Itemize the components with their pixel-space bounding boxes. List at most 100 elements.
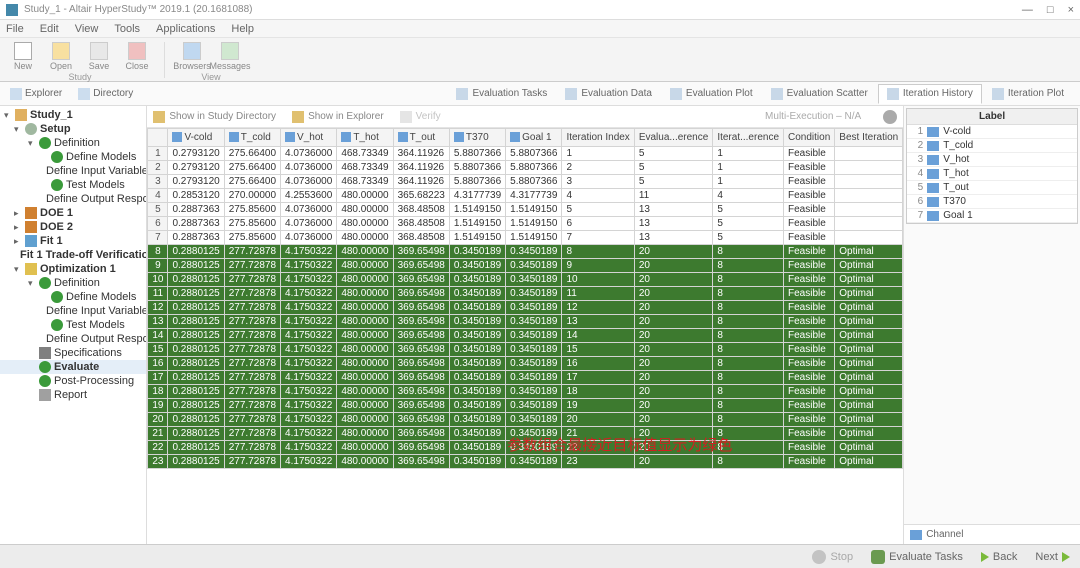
cell[interactable]: 4.1750322 xyxy=(281,301,337,315)
cell[interactable]: 369.65498 xyxy=(393,301,449,315)
tree-panel[interactable]: ▾Study_1▾Setup▾DefinitionDefine ModelsDe… xyxy=(0,106,147,544)
cell[interactable]: 480.00000 xyxy=(337,413,393,427)
cell[interactable]: 4.0736000 xyxy=(281,175,337,189)
cell[interactable]: 0.3450189 xyxy=(506,301,562,315)
cell[interactable]: 369.65498 xyxy=(393,315,449,329)
table-row[interactable]: 80.2880125277.728784.1750322480.00000369… xyxy=(148,245,903,259)
cell[interactable]: 23 xyxy=(148,455,168,469)
cell[interactable]: 0.2880125 xyxy=(168,385,224,399)
cell[interactable]: 22 xyxy=(148,441,168,455)
tree-define-output-responses[interactable]: Define Output Responses xyxy=(0,192,146,206)
cell[interactable]: 277.72878 xyxy=(224,315,280,329)
messages-button[interactable]: Messages xyxy=(213,42,247,71)
cell[interactable]: 5.8807366 xyxy=(506,175,562,189)
cell[interactable]: 277.72878 xyxy=(224,273,280,287)
label-row-v_hot[interactable]: 3V_hot xyxy=(907,153,1077,167)
cell[interactable]: 275.85600 xyxy=(224,217,280,231)
cell[interactable]: 23 xyxy=(562,455,634,469)
cell[interactable]: 480.00000 xyxy=(337,329,393,343)
cell[interactable]: 364.11926 xyxy=(393,175,449,189)
cell[interactable]: 369.65498 xyxy=(393,385,449,399)
cell[interactable]: 277.72878 xyxy=(224,385,280,399)
tree-define-models[interactable]: Define Models xyxy=(0,290,146,304)
cell[interactable]: Optimal xyxy=(835,385,903,399)
cell[interactable]: 0.3450189 xyxy=(506,315,562,329)
tree-definition[interactable]: ▾Definition xyxy=(0,276,146,290)
cell[interactable]: 5 xyxy=(713,203,784,217)
cell[interactable]: 9 xyxy=(148,259,168,273)
cell[interactable]: 11 xyxy=(634,189,713,203)
cell[interactable]: 4.1750322 xyxy=(281,371,337,385)
maximize-button[interactable]: □ xyxy=(1047,4,1054,16)
cell[interactable]: 0.3450189 xyxy=(449,413,505,427)
cell[interactable]: 0.2880125 xyxy=(168,245,224,259)
show-explorer-button[interactable]: Show in Explorer xyxy=(292,111,384,123)
cell[interactable]: Feasible xyxy=(784,273,835,287)
cell[interactable]: 0.3450189 xyxy=(506,329,562,343)
cell[interactable]: 17 xyxy=(148,371,168,385)
cell[interactable]: Feasible xyxy=(784,385,835,399)
cell[interactable]: 13 xyxy=(634,203,713,217)
cell[interactable]: 277.72878 xyxy=(224,455,280,469)
cell[interactable]: 0.2887363 xyxy=(168,231,224,245)
tree-setup[interactable]: ▾Setup xyxy=(0,122,146,136)
table-row[interactable]: 180.2880125277.728784.1750322480.0000036… xyxy=(148,385,903,399)
cell[interactable]: Optimal xyxy=(835,343,903,357)
table-row[interactable]: 60.2887363275.856004.0736000480.00000368… xyxy=(148,217,903,231)
cell[interactable]: 4.1750322 xyxy=(281,399,337,413)
cell[interactable]: 12 xyxy=(562,301,634,315)
cell[interactable]: 0.3450189 xyxy=(449,287,505,301)
cell[interactable]: 0.3450189 xyxy=(506,273,562,287)
table-row[interactable]: 70.2887363275.856004.0736000480.00000368… xyxy=(148,231,903,245)
menu-edit[interactable]: Edit xyxy=(40,23,59,35)
cell[interactable]: 277.72878 xyxy=(224,259,280,273)
tab-evaluation-data[interactable]: Evaluation Data xyxy=(557,85,660,103)
cell[interactable]: 20 xyxy=(634,259,713,273)
settings-icon[interactable] xyxy=(883,110,897,124)
cell[interactable]: 277.72878 xyxy=(224,399,280,413)
back-button[interactable]: Back xyxy=(981,551,1017,563)
cell[interactable]: 14 xyxy=(148,329,168,343)
cell[interactable] xyxy=(835,189,903,203)
cell[interactable]: 8 xyxy=(713,245,784,259)
cell[interactable]: 277.72878 xyxy=(224,371,280,385)
cell[interactable]: 369.65498 xyxy=(393,441,449,455)
cell[interactable]: 20 xyxy=(634,371,713,385)
cell[interactable]: 1 xyxy=(148,147,168,161)
tree-specifications[interactable]: Specifications xyxy=(0,346,146,360)
cell[interactable]: 0.2880125 xyxy=(168,357,224,371)
tree-fit-1-trade-off-verification[interactable]: Fit 1 Trade-off Verification xyxy=(0,248,146,262)
cell[interactable]: 5.8807366 xyxy=(506,161,562,175)
cell[interactable]: 10 xyxy=(148,273,168,287)
cell[interactable]: 369.65498 xyxy=(393,287,449,301)
cell[interactable]: 480.00000 xyxy=(337,231,393,245)
cell[interactable]: 1 xyxy=(562,147,634,161)
cell[interactable]: 468.73349 xyxy=(337,147,393,161)
cell[interactable]: Optimal xyxy=(835,413,903,427)
cell[interactable]: 480.00000 xyxy=(337,371,393,385)
cell[interactable]: 5.8807366 xyxy=(449,161,505,175)
cell[interactable]: 0.3450189 xyxy=(449,259,505,273)
cell[interactable]: 0.2853120 xyxy=(168,189,224,203)
cell[interactable]: 0.2887363 xyxy=(168,203,224,217)
cell[interactable]: 8 xyxy=(713,301,784,315)
cell[interactable]: 480.00000 xyxy=(337,357,393,371)
evaluate-tasks-button[interactable]: Evaluate Tasks xyxy=(871,550,963,564)
tab-evaluation-tasks[interactable]: Evaluation Tasks xyxy=(448,85,555,103)
cell[interactable]: 369.65498 xyxy=(393,343,449,357)
iteration-table-wrap[interactable]: V-coldT_coldV_hotT_hotT_outT370Goal 1Ite… xyxy=(147,128,903,469)
cell[interactable]: 5.8807366 xyxy=(506,147,562,161)
cell[interactable]: Feasible xyxy=(784,343,835,357)
cell[interactable]: 0.2793120 xyxy=(168,147,224,161)
tree-optimization-1[interactable]: ▾Optimization 1 xyxy=(0,262,146,276)
cell[interactable]: 369.65498 xyxy=(393,357,449,371)
cell[interactable]: 20 xyxy=(634,245,713,259)
tree-define-output-responses[interactable]: Define Output Responses xyxy=(0,332,146,346)
cell[interactable]: 0.3450189 xyxy=(449,343,505,357)
cell[interactable]: 0.2793120 xyxy=(168,161,224,175)
cell[interactable]: 365.68223 xyxy=(393,189,449,203)
cell[interactable]: 5 xyxy=(713,231,784,245)
menu-tools[interactable]: Tools xyxy=(114,23,140,35)
cell[interactable]: 277.72878 xyxy=(224,427,280,441)
table-row[interactable]: 170.2880125277.728784.1750322480.0000036… xyxy=(148,371,903,385)
